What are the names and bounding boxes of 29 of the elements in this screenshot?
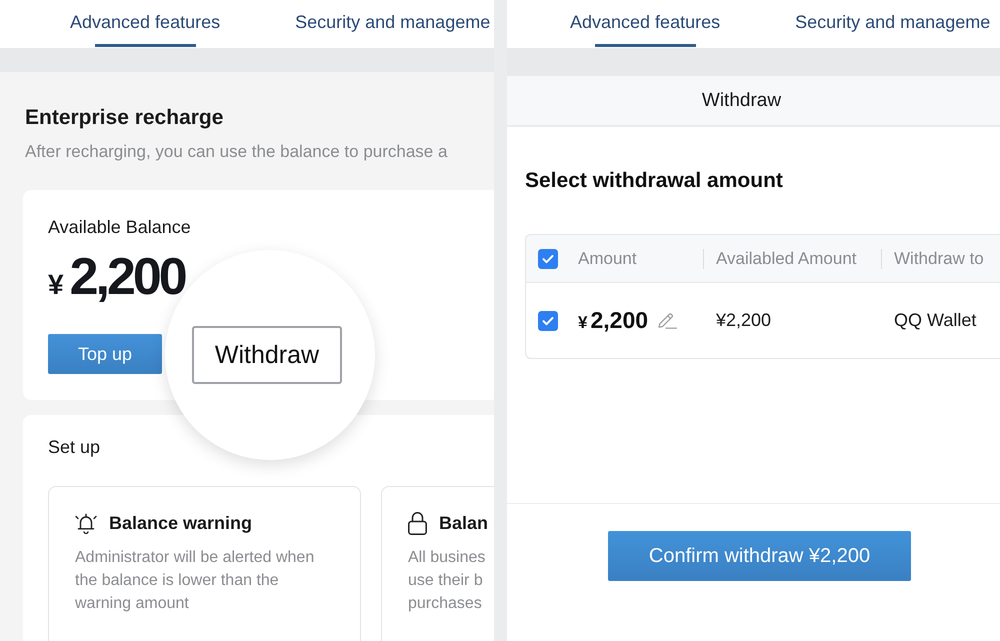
section-title: Enterprise recharge bbox=[25, 105, 224, 131]
confirm-withdraw-button[interactable]: Confirm withdraw ¥2,200 bbox=[608, 531, 911, 581]
lock-icon bbox=[408, 512, 427, 534]
option-description: All busines use their b purchases bbox=[408, 548, 486, 614]
balance-label: Available Balance bbox=[48, 216, 191, 238]
withdraw-button[interactable]: Withdraw bbox=[192, 326, 342, 384]
table-cell: ¥2,200 bbox=[716, 310, 772, 331]
dialog-heading: Select withdrawal amount bbox=[525, 168, 783, 194]
option-title: Balance warning bbox=[109, 512, 252, 534]
column-header: Availabled Amount bbox=[703, 248, 857, 268]
setup-title: Set up bbox=[48, 436, 100, 458]
bell-icon bbox=[75, 512, 97, 534]
tab[interactable]: Advanced features bbox=[70, 0, 220, 48]
tab[interactable]: Security and manageme bbox=[295, 0, 490, 48]
column-header: Withdraw to bbox=[881, 248, 984, 268]
top-up-button[interactable]: Top up bbox=[48, 334, 162, 374]
amount-value: ¥2,200 bbox=[578, 307, 648, 334]
option-title: Balan bbox=[439, 512, 488, 534]
tab[interactable]: Security and manageme bbox=[795, 0, 990, 48]
checkbox[interactable] bbox=[538, 310, 558, 330]
dialog-title: Withdraw bbox=[702, 90, 782, 112]
section-subtitle: After recharging, you can use the balance to purchase a bbox=[25, 141, 448, 163]
option-description: Administrator will be alerted when the balance is lower than the warning amount bbox=[75, 548, 314, 614]
column-header: Amount bbox=[578, 248, 637, 268]
tab[interactable]: Advanced features bbox=[570, 0, 720, 48]
balance-amount: ¥2,200 bbox=[48, 250, 186, 304]
checkbox[interactable] bbox=[538, 248, 558, 268]
table-cell: QQ Wallet bbox=[894, 310, 976, 331]
pencil-icon[interactable] bbox=[658, 312, 678, 329]
